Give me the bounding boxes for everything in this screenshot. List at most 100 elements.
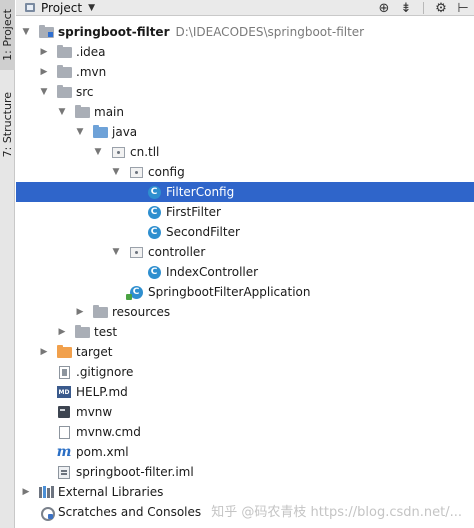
project-tree: ▼ springboot-filter D:\IDEACODES\springboo… (16, 22, 474, 522)
tree-item-label: SpringbootFilterApplication (148, 285, 311, 299)
expand-arrow-right-icon[interactable]: ▶ (38, 346, 50, 358)
expand-arrow-down-icon[interactable]: ▼ (110, 166, 122, 178)
package-icon (128, 245, 144, 259)
tree-item-label: controller (148, 245, 206, 259)
toolbar-separator (423, 2, 424, 14)
module-folder-icon (38, 24, 54, 39)
tree-item-label: Scratches and Consoles (58, 505, 202, 519)
runnable-class-icon: C (128, 285, 144, 299)
tree-item[interactable]: ▼ springboot-filter D:\IDEACODES\springboo… (16, 22, 474, 42)
tree-item[interactable]: ▼ controller (16, 242, 474, 262)
tree-item-label: SecondFilter (166, 225, 240, 239)
expand-arrow-down-icon[interactable]: ▼ (92, 146, 104, 158)
tree-item-label: pom.xml (76, 445, 129, 459)
tree-item-label: External Libraries (58, 485, 164, 499)
project-tool-tab-label: 1: Project (1, 9, 14, 61)
tree-item-label: java (112, 125, 138, 139)
expand-arrow-right-icon[interactable]: ▶ (74, 306, 86, 318)
tree-item[interactable]: ▶CFirstFilter (16, 202, 474, 222)
excluded-folder-icon (56, 344, 72, 359)
tree-item[interactable]: ▶mvnw.cmd (16, 422, 474, 442)
panel-title: Project (41, 0, 83, 15)
expand-arrow-right-icon[interactable]: ▶ (38, 46, 50, 58)
tree-item-label: HELP.md (76, 385, 128, 399)
tree-item-label: test (94, 325, 118, 339)
libraries-icon (38, 485, 54, 499)
locate-icon[interactable]: ⊕ (373, 0, 395, 16)
folder-icon (74, 104, 90, 119)
expand-arrow-down-icon[interactable]: ▼ (20, 26, 32, 38)
gear-icon[interactable]: ⚙ (430, 0, 452, 16)
tree-item-label: FilterConfig (166, 185, 235, 199)
tree-item-label: cn.tll (130, 145, 160, 159)
tree-item[interactable]: ▶ target (16, 342, 474, 362)
folder-icon (92, 304, 108, 319)
tree-item-label: springboot-filter (58, 25, 170, 39)
structure-tool-tab-label: 7: Structure (1, 92, 14, 158)
tree-item-label: springboot-filter.iml (76, 465, 194, 479)
watermark: 知乎 @码农青枝 https://blog.csdn.net/... (211, 505, 462, 520)
source-folder-icon (92, 124, 108, 139)
folder-icon (74, 324, 90, 339)
tree-item-label: FirstFilter (166, 205, 221, 219)
tree-item[interactable]: ▶MDHELP.md (16, 382, 474, 402)
project-tool-tab[interactable]: 1: Project (0, 0, 15, 70)
class-icon: C (146, 265, 162, 279)
shell-script-icon (56, 405, 72, 419)
tree-item[interactable]: ▼ src (16, 82, 474, 102)
gitignore-file-icon (56, 365, 72, 379)
tree-item[interactable]: ▼ main (16, 102, 474, 122)
collapse-all-icon[interactable]: ⇟ (395, 0, 417, 16)
tree-item-label: target (76, 345, 113, 359)
project-path: D:\IDEACODES\springboot-filter (175, 25, 365, 39)
expand-arrow-right-icon[interactable]: ▶ (20, 486, 32, 498)
tree-item-label: src (76, 85, 94, 99)
class-icon: C (146, 185, 162, 199)
chevron-down-icon[interactable]: ▼ (88, 3, 95, 13)
folder-icon (56, 64, 72, 79)
tree-item[interactable]: ▶mvnw (16, 402, 474, 422)
hide-icon[interactable]: ⊢ (452, 0, 474, 16)
package-icon (128, 165, 144, 179)
tree-item-label: resources (112, 305, 171, 319)
tree-item[interactable]: ▶ .mvn (16, 62, 474, 82)
tree-item[interactable]: ▶ .idea (16, 42, 474, 62)
tree-item-label: config (148, 165, 185, 179)
tree-item[interactable]: ▶ test (16, 322, 474, 342)
tree-item-selected[interactable]: ▶CFilterConfig (16, 182, 474, 202)
scratches-icon (38, 505, 55, 521)
tree-item[interactable]: ▼ cn.tll (16, 142, 474, 162)
tree-item-label: mvnw.cmd (76, 425, 141, 439)
expand-arrow-right-icon[interactable]: ▶ (56, 326, 68, 338)
class-icon: C (146, 225, 162, 239)
tool-window-strip: 1: Project 7: Structure (0, 0, 15, 528)
package-icon (110, 145, 126, 159)
expand-arrow-down-icon[interactable]: ▼ (74, 126, 86, 138)
structure-tool-tab[interactable]: 7: Structure (0, 88, 15, 162)
tree-item[interactable]: ▶mpom.xml (16, 442, 474, 462)
maven-file-icon: m (56, 444, 72, 460)
tree-item-label: main (94, 105, 124, 119)
expand-arrow-right-icon[interactable]: ▶ (38, 66, 50, 78)
tree-item[interactable]: ▶ resources (16, 302, 474, 322)
tree-item-label: .idea (76, 45, 106, 59)
project-view-selector[interactable]: Project ▼ (16, 0, 95, 16)
tree-item[interactable]: ▼ config (16, 162, 474, 182)
tree-item[interactable]: ▶springboot-filter.iml (16, 462, 474, 482)
tree-item[interactable]: ▶CSecondFilter (16, 222, 474, 242)
folder-icon (56, 84, 72, 99)
tree-item-label: .mvn (76, 65, 107, 79)
tree-item[interactable]: ▼ java (16, 122, 474, 142)
tree-item[interactable]: ▶CIndexController (16, 262, 474, 282)
expand-arrow-down-icon[interactable]: ▼ (56, 106, 68, 118)
tree-item[interactable]: ▶ External Libraries (16, 482, 474, 502)
project-panel-header: Project ▼ ⊕ ⇟ ⚙ ⊢ (16, 0, 474, 16)
tree-item[interactable]: ▶CSpringbootFilterApplication (16, 282, 474, 302)
folder-icon (56, 44, 72, 59)
tree-item[interactable]: ▶.gitignore (16, 362, 474, 382)
expand-arrow-down-icon[interactable]: ▼ (38, 86, 50, 98)
expand-arrow-down-icon[interactable]: ▼ (110, 246, 122, 258)
project-icon (25, 3, 35, 12)
tree-item-label: .gitignore (76, 365, 134, 379)
tree-item-label: mvnw (76, 405, 113, 419)
